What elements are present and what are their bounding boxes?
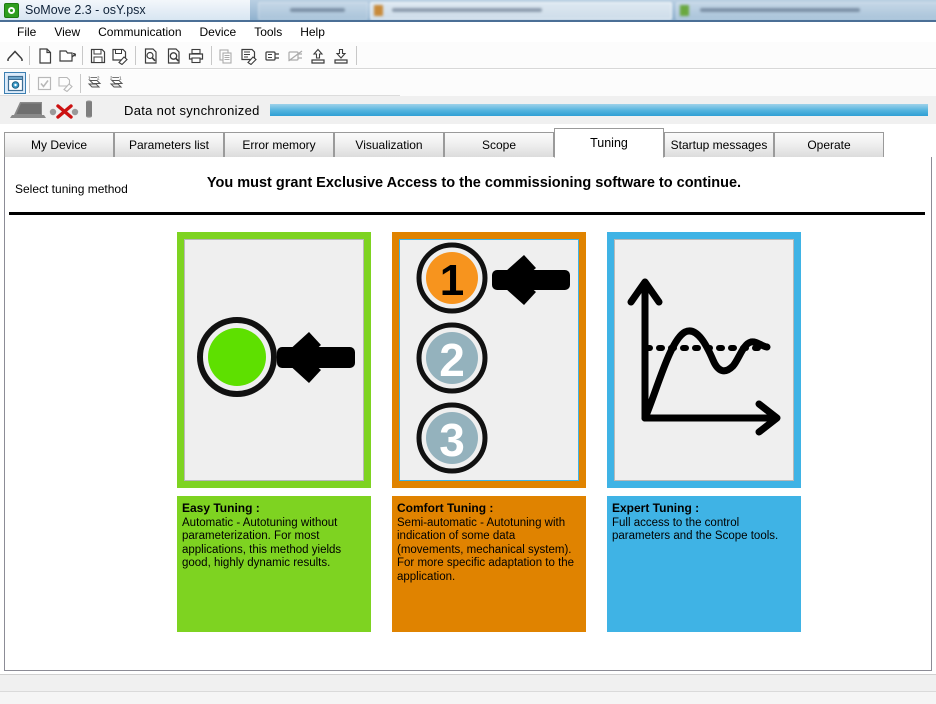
svg-text:1: 1 xyxy=(119,75,122,80)
transfer-2-to-1-icon[interactable]: 2 1 xyxy=(106,72,128,94)
tuning-content-panel: Select tuning method You must grant Excl… xyxy=(4,157,932,671)
compare-icon[interactable] xyxy=(55,72,77,94)
save-as-icon[interactable] xyxy=(109,44,132,67)
main-toolbar xyxy=(0,42,936,69)
tuning-card-easy-text: Automatic - Autotuning without parameter… xyxy=(182,516,342,570)
somove-application-window: SoMove 2.3 - osY.psx File View Communica… xyxy=(0,0,936,704)
exclusive-access-message: You must grant Exclusive Access to the c… xyxy=(206,175,742,191)
tab-visualization[interactable]: Visualization xyxy=(334,132,444,157)
save-icon[interactable] xyxy=(86,44,109,67)
tuning-card-comfort-image[interactable]: 1 2 3 xyxy=(392,232,586,488)
menu-item-view[interactable]: View xyxy=(45,23,89,41)
tuning-card-easy-title: Easy Tuning : xyxy=(182,501,260,515)
menu-item-help[interactable]: Help xyxy=(291,23,334,41)
menu-item-communication[interactable]: Communication xyxy=(89,23,190,41)
sync-status-label: Data not synchronized xyxy=(124,102,260,118)
svg-text:1: 1 xyxy=(440,256,464,305)
connection-progress-bar xyxy=(269,104,928,116)
tab-error-memory[interactable]: Error memory xyxy=(224,132,334,157)
open-folder-icon[interactable] xyxy=(56,44,79,67)
toolbar-separator xyxy=(82,46,83,65)
status-bar-inner xyxy=(0,691,936,704)
tuning-card-easy-description: Easy Tuning : Automatic - Autotuning wit… xyxy=(177,496,371,632)
step-response-curve-icon xyxy=(614,239,794,481)
numbered-steps-icon: 1 2 3 xyxy=(399,239,579,481)
tab-operate[interactable]: Operate xyxy=(774,132,884,157)
toolbar-separator xyxy=(135,46,136,65)
tuning-card-expert-image[interactable] xyxy=(607,232,801,488)
svg-text:2: 2 xyxy=(439,334,465,386)
secondary-toolbar: 1 2 2 1 xyxy=(0,70,936,96)
tab-scope[interactable]: Scope xyxy=(444,132,554,157)
tuning-card-expert-description: Expert Tuning : Full access to the contr… xyxy=(607,496,801,632)
menu-item-device[interactable]: Device xyxy=(191,23,246,41)
svg-text:2: 2 xyxy=(97,75,100,80)
upload-to-device-icon[interactable] xyxy=(307,44,330,67)
tab-parameters-list[interactable]: Parameters list xyxy=(114,132,224,157)
menu-item-file[interactable]: File xyxy=(8,23,45,41)
transfer-1-to-2-icon[interactable]: 1 2 xyxy=(84,72,106,94)
tab-my-device[interactable]: My Device xyxy=(4,132,114,157)
green-circle-arrow-icon xyxy=(184,239,364,481)
tab-startup-messages[interactable]: Startup messages xyxy=(664,132,774,157)
disconnect-device-icon[interactable] xyxy=(284,44,307,67)
tab-bar: My Device Parameters list Error memory V… xyxy=(0,128,936,158)
toolbar-separator xyxy=(29,46,30,65)
svg-text:3: 3 xyxy=(439,414,465,466)
new-file-icon[interactable] xyxy=(33,44,56,67)
tuning-card-expert[interactable]: Expert Tuning : Full access to the contr… xyxy=(607,232,801,632)
tuning-card-comfort-text: Semi-automatic - Autotuning with indicat… xyxy=(397,516,575,583)
menubar: File View Communication Device Tools Hel… xyxy=(0,22,936,42)
tuning-card-expert-title: Expert Tuning : xyxy=(612,501,700,515)
svg-text:1: 1 xyxy=(88,75,91,80)
edit-device-icon[interactable] xyxy=(238,44,261,67)
window-title: SoMove 2.3 - osY.psx xyxy=(25,3,146,17)
validate-icon[interactable] xyxy=(33,72,55,94)
toolbar-separator xyxy=(29,73,30,93)
home-icon[interactable] xyxy=(3,44,26,67)
toolbar-divider xyxy=(0,68,936,69)
toolbar-separator xyxy=(80,73,81,93)
svg-text:2: 2 xyxy=(110,75,113,80)
tuning-card-easy[interactable]: Easy Tuning : Automatic - Autotuning wit… xyxy=(177,232,371,632)
tuning-card-easy-image[interactable] xyxy=(177,232,371,488)
tuning-card-comfort-description: Comfort Tuning : Semi-automatic - Autotu… xyxy=(392,496,586,632)
print-preview-icon[interactable] xyxy=(139,44,162,67)
menu-item-tools[interactable]: Tools xyxy=(245,23,291,41)
device-settings-icon[interactable] xyxy=(4,72,26,94)
copy-device-icon[interactable] xyxy=(215,44,238,67)
tab-tuning[interactable]: Tuning xyxy=(554,128,664,158)
somove-logo-icon xyxy=(4,2,19,18)
tuning-card-expert-text: Full access to the control parameters an… xyxy=(612,516,779,543)
toolbar-separator xyxy=(356,46,357,65)
print-icon[interactable] xyxy=(185,44,208,67)
zoom-document-icon[interactable] xyxy=(162,44,185,67)
connection-status-icons xyxy=(8,98,116,122)
toolbar-separator xyxy=(211,46,212,65)
download-from-device-icon[interactable] xyxy=(330,44,353,67)
connection-status-bar: Data not synchronized xyxy=(0,96,936,124)
tuning-card-comfort-title: Comfort Tuning : xyxy=(397,501,494,515)
section-divider xyxy=(9,212,925,215)
application-status-bar xyxy=(0,674,936,704)
connect-device-icon[interactable] xyxy=(261,44,284,67)
window-titlebar: SoMove 2.3 - osY.psx xyxy=(0,0,250,20)
tuning-card-comfort[interactable]: 1 2 3 Comfort Tuning: Semi-automatic - … xyxy=(392,232,586,632)
